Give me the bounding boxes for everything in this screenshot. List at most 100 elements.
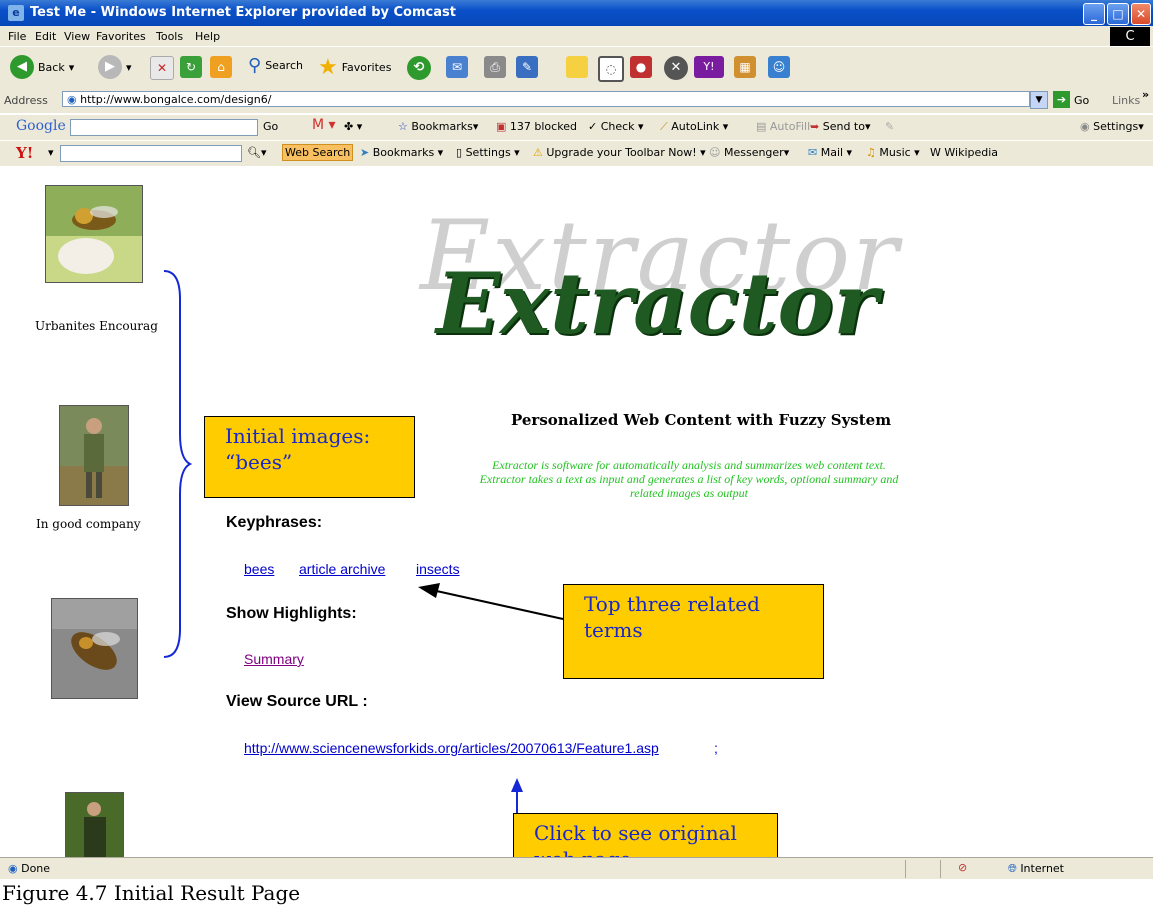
chevron-icon[interactable]: » [1142, 88, 1149, 101]
security-zone: 🌐︎ Internet [1008, 862, 1064, 876]
menu-help[interactable]: Help [195, 30, 220, 43]
back-button[interactable]: ◀ Back ▾ [10, 55, 74, 79]
edit-icon[interactable]: ✎ [516, 56, 538, 78]
history-icon[interactable]: ⟲ [407, 56, 431, 80]
menu-favorites[interactable]: Favorites [96, 30, 146, 43]
music-button[interactable]: ♫ Music ▾ [866, 146, 920, 159]
yahoo-bookmarks-button[interactable]: ➤ Bookmarks ▾ [360, 146, 443, 159]
favorites-button[interactable]: ★ Favorites [318, 55, 391, 80]
google-logo: Google [16, 118, 66, 134]
arrowhead-icon [418, 583, 440, 598]
wikipedia-button[interactable]: W Wikipedia [930, 146, 998, 159]
minimize-button[interactable]: _ [1083, 3, 1105, 25]
blocked-label: 137 blocked [509, 120, 577, 133]
warning-icon: ⚠ [533, 146, 543, 159]
puzzle-icon[interactable]: ✤ ▾ [344, 120, 362, 133]
google-go-button[interactable]: Go [263, 120, 278, 133]
spellcheck-icon: ✓ [588, 120, 598, 133]
upgrade-label: Upgrade your Toolbar Now! [546, 146, 697, 159]
music-icon: ♫ [866, 146, 876, 159]
refresh-icon[interactable]: ↻ [180, 56, 202, 78]
globe-icon: 🌐︎ [1008, 862, 1017, 875]
ie-icon: e [8, 5, 24, 21]
contacts-icon[interactable]: ☺ [768, 56, 790, 78]
go-arrow-icon[interactable]: ➔ [1053, 91, 1070, 108]
sendto-icon: ➥ [810, 120, 820, 133]
menu-bar: File Edit View Favorites Tools Help C [0, 26, 1153, 46]
back-label: Back [38, 60, 65, 74]
pencil-icon[interactable]: ✎ [885, 120, 894, 133]
address-input[interactable]: ◉ http://www.bongalce.com/design6/ [62, 91, 1030, 107]
mail-button[interactable]: ✉ Mail ▾ [808, 146, 852, 159]
stop-icon[interactable]: ✕ [150, 56, 174, 80]
autolink-button[interactable]: ⟋ AutoLink ▾ [660, 120, 728, 134]
bookmark-icon: ➤ [360, 146, 370, 159]
autofill-icon: ▤ [756, 120, 767, 133]
autofill-button[interactable]: ▤ AutoFill [756, 120, 810, 133]
google-search-input[interactable] [70, 119, 258, 136]
web-search-button[interactable]: Web Search [282, 144, 354, 161]
menu-tools[interactable]: Tools [156, 30, 183, 43]
settings-icon: ▯ [456, 146, 463, 159]
magnifier-icon[interactable]: 🔍︎▾ [247, 146, 267, 159]
page-icon: ◉ [8, 862, 18, 875]
gmail-icon[interactable]: M ▾ [312, 117, 336, 133]
block-icon[interactable]: ✕ [664, 56, 688, 80]
menu-file[interactable]: File [8, 30, 26, 43]
window-title: Test Me - Windows Internet Explorer prov… [30, 5, 456, 20]
status-text: Done [21, 862, 51, 875]
maximize-button[interactable]: □ [1107, 3, 1129, 25]
title-bar: e Test Me - Windows Internet Explorer pr… [0, 0, 1153, 26]
research-icon[interactable]: ● [630, 56, 652, 78]
menu-edit[interactable]: Edit [35, 30, 56, 43]
google-toolbar: Google Go M ▾ ✤ ▾ ☆ Bookmarks▾ ▣ 137 blo… [0, 114, 1153, 140]
menu-view[interactable]: View [64, 30, 90, 43]
status-bar: ◉ Done ⊘ 🌐︎ Internet [0, 857, 1153, 880]
check-label: Check [600, 120, 635, 133]
yahoo-icon[interactable]: Y! [694, 56, 724, 78]
page-icon: ◉ [67, 93, 81, 106]
home-icon[interactable]: ⌂ [210, 56, 232, 78]
autolink-label: AutoLink [671, 120, 720, 133]
blocker-icon: ▣ [496, 120, 507, 133]
wikipedia-label: Wikipedia [944, 146, 999, 159]
calendar-icon[interactable]: ▦ [734, 56, 756, 78]
star-icon: ☆ [398, 120, 408, 133]
sendto-button[interactable]: ➥ Send to▾ [810, 120, 871, 133]
standard-toolbar: ◀ Back ▾ ▶ ▾ ✕ ↻ ⌂ ⚲ Search ★ Favorites … [0, 46, 1153, 88]
print-icon[interactable]: ⎙ [484, 56, 506, 78]
messenger-button[interactable]: ☺ Messenger▾ [709, 146, 789, 159]
mail-icon[interactable]: ✉ [446, 56, 468, 78]
autofill-label: AutoFill [769, 120, 811, 133]
close-button[interactable]: ✕ [1131, 3, 1151, 25]
annotation-arrows [418, 583, 564, 813]
yahoo-search-input[interactable] [60, 145, 242, 162]
note-icon[interactable] [566, 56, 588, 78]
star-icon: ★ [318, 55, 338, 80]
google-bookmarks-button[interactable]: ☆ Bookmarks▾ [398, 120, 478, 133]
forward-button[interactable]: ▶ ▾ [98, 55, 132, 79]
links-label[interactable]: Links [1112, 94, 1140, 107]
messenger-icon[interactable]: ◌ [598, 56, 624, 82]
status-divider [905, 860, 906, 878]
yahoo-settings-button[interactable]: ▯ Settings ▾ [456, 146, 520, 159]
blocked-icon[interactable]: ⊘ [958, 861, 967, 874]
yahoo-menu-arrow-icon[interactable]: ▾ [48, 146, 54, 159]
spellcheck-button[interactable]: ✓ Check ▾ [588, 120, 644, 133]
popup-blocker-button[interactable]: ▣ 137 blocked [496, 120, 577, 133]
address-dropdown-icon[interactable]: ▼ [1030, 91, 1048, 109]
upgrade-button[interactable]: ⚠ Upgrade your Toolbar Now! ▾ [533, 146, 706, 159]
google-settings-button[interactable]: ◉ Settings▾ [1080, 120, 1144, 133]
arrowhead-icon [511, 778, 523, 792]
dropdown-arrow-icon: ▾ [68, 60, 75, 74]
bookmarks-label: Bookmarks [372, 146, 435, 159]
smiley-icon: ☺ [709, 146, 721, 159]
go-button[interactable]: Go [1074, 94, 1089, 107]
figure-caption: Figure 4.7 Initial Result Page [2, 881, 301, 905]
status-done: ◉ Done [8, 862, 50, 875]
status-divider [940, 860, 941, 878]
search-button[interactable]: ⚲ Search [248, 55, 303, 76]
favorites-label: Favorites [341, 61, 392, 74]
envelope-icon: ✉ [808, 146, 818, 159]
yahoo-toolbar: Y! ▾ 🔍︎▾ Web Search ➤ Bookmarks ▾ ▯ Sett… [0, 140, 1153, 167]
